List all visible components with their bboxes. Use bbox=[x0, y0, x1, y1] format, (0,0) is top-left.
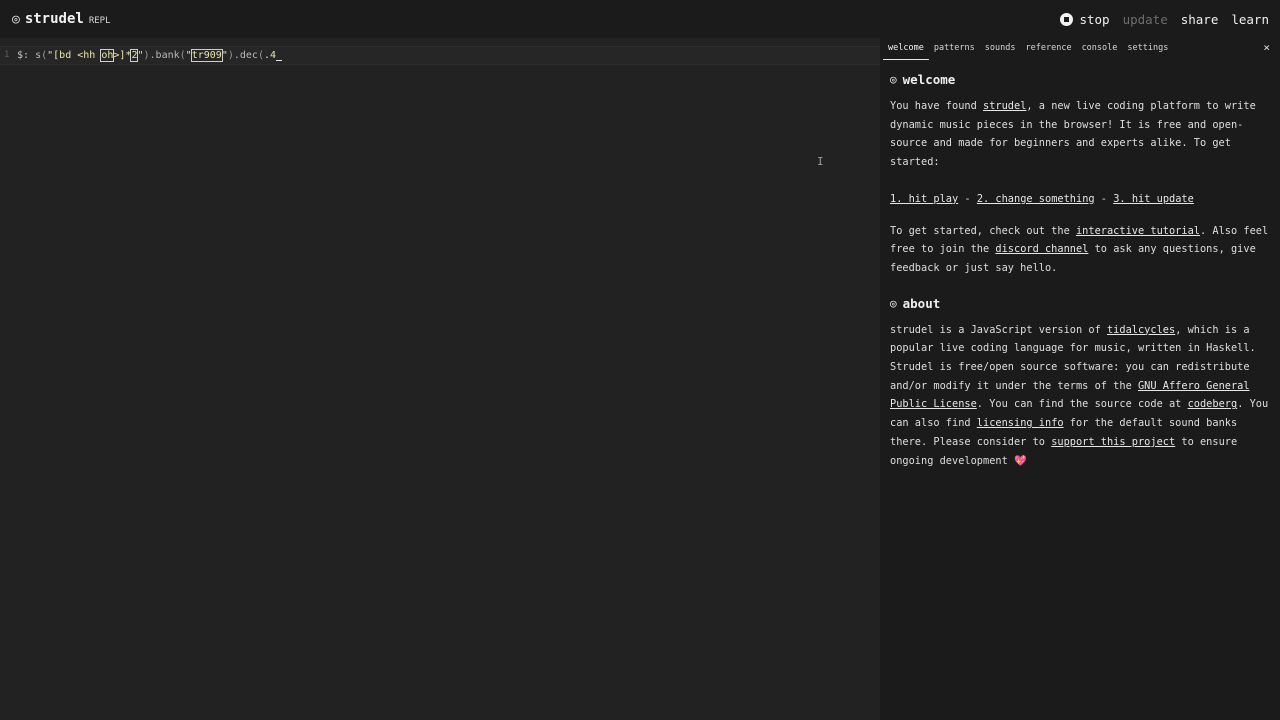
codeberg-link[interactable]: codeberg bbox=[1188, 398, 1238, 410]
token-str-b: >]* bbox=[113, 50, 132, 61]
heart-icon: 💖 bbox=[1014, 454, 1027, 467]
about-paragraph: strudel is a JavaScript version of tidal… bbox=[890, 321, 1270, 471]
text: . You can find the source code at bbox=[976, 398, 1188, 411]
spiral-icon: ◎ bbox=[890, 296, 897, 310]
welcome-heading: ◎ welcome bbox=[890, 72, 1270, 89]
header-nav: stop update share learn bbox=[1060, 12, 1269, 27]
stop-label: stop bbox=[1079, 11, 1110, 27]
tab-reference[interactable]: reference bbox=[1021, 38, 1077, 60]
text: To get started, check out the bbox=[890, 224, 1076, 237]
step-hit-play-link[interactable]: 1. hit play bbox=[890, 193, 958, 205]
learn-label: learn bbox=[1231, 11, 1269, 27]
token-str2-q1: " bbox=[185, 50, 192, 61]
tab-welcome[interactable]: welcome bbox=[883, 38, 929, 60]
token-str-oh: oh bbox=[100, 49, 115, 62]
line-number: 1 bbox=[4, 50, 10, 60]
token-dec: .dec bbox=[233, 50, 258, 61]
close-panel-button[interactable]: × bbox=[1263, 41, 1270, 54]
panel-tabs: welcome patterns sounds reference consol… bbox=[880, 38, 1280, 60]
about-heading-text: about bbox=[902, 295, 941, 311]
get-started-paragraph: To get started, check out the interactiv… bbox=[890, 222, 1270, 278]
top-bar: ◎ strudel REPL stop update share learn bbox=[0, 0, 1280, 38]
separator: - bbox=[958, 192, 977, 205]
welcome-paragraph: You have found strudel, a new live codin… bbox=[890, 97, 1270, 172]
tab-settings[interactable]: settings bbox=[1122, 38, 1173, 60]
token-str2-val: tr909 bbox=[190, 49, 223, 62]
tab-console[interactable]: console bbox=[1077, 38, 1123, 60]
stop-icon bbox=[1060, 12, 1074, 26]
code-editor[interactable]: 1 $: s("[bd <hh oh>]*2").bank("tr909").d… bbox=[0, 38, 880, 720]
tab-sounds[interactable]: sounds bbox=[980, 38, 1021, 60]
ibeam-cursor-icon: I bbox=[817, 155, 824, 168]
share-button[interactable]: share bbox=[1181, 12, 1219, 27]
text: You have found bbox=[890, 100, 983, 112]
tab-patterns[interactable]: patterns bbox=[929, 38, 980, 60]
text-caret bbox=[276, 49, 283, 61]
side-panel: welcome patterns sounds reference consol… bbox=[880, 38, 1280, 720]
update-button[interactable]: update bbox=[1123, 12, 1168, 27]
token-str-a: "[bd <hh bbox=[47, 50, 102, 61]
spiral-icon: ◎ bbox=[12, 12, 20, 27]
stop-button[interactable]: stop bbox=[1060, 11, 1110, 27]
tidalcycles-link[interactable]: tidalcycles bbox=[1107, 324, 1175, 336]
learn-button[interactable]: learn bbox=[1231, 12, 1269, 27]
token-bank: .bank bbox=[149, 50, 180, 61]
steps-paragraph: 1. hit play - 2. change something - 3. h… bbox=[890, 190, 1270, 209]
separator: - bbox=[1094, 192, 1114, 205]
step-hit-update-link[interactable]: 3. hit update bbox=[1113, 193, 1194, 205]
token-label: $: bbox=[17, 50, 30, 61]
welcome-heading-text: welcome bbox=[902, 72, 956, 88]
app-subtitle: REPL bbox=[88, 16, 111, 26]
interactive-tutorial-link[interactable]: interactive tutorial bbox=[1076, 225, 1200, 237]
about-heading: ◎ about bbox=[890, 296, 1270, 313]
code-text[interactable]: $: s("[bd <hh oh>]*2").bank("tr909").dec… bbox=[17, 47, 283, 64]
discord-channel-link[interactable]: discord channel bbox=[995, 243, 1088, 255]
code-line[interactable]: 1 $: s("[bd <hh oh>]*2").bank("tr909").d… bbox=[0, 46, 880, 65]
welcome-content: ◎ welcome You have found strudel, a new … bbox=[880, 60, 1280, 470]
brand[interactable]: ◎ strudel REPL bbox=[12, 11, 111, 27]
token-dec-val: .4 bbox=[264, 50, 277, 61]
spiral-icon: ◎ bbox=[890, 73, 897, 87]
step-change-something-link[interactable]: 2. change something bbox=[977, 193, 1095, 205]
update-label: update bbox=[1122, 11, 1168, 27]
licensing-info-link[interactable]: licensing info bbox=[977, 417, 1064, 429]
strudel-link[interactable]: strudel bbox=[983, 100, 1026, 112]
support-project-link[interactable]: support this project bbox=[1051, 436, 1175, 448]
app-title: strudel bbox=[24, 11, 84, 27]
share-label: share bbox=[1180, 11, 1219, 27]
text: strudel is a JavaScript version of bbox=[890, 323, 1107, 336]
